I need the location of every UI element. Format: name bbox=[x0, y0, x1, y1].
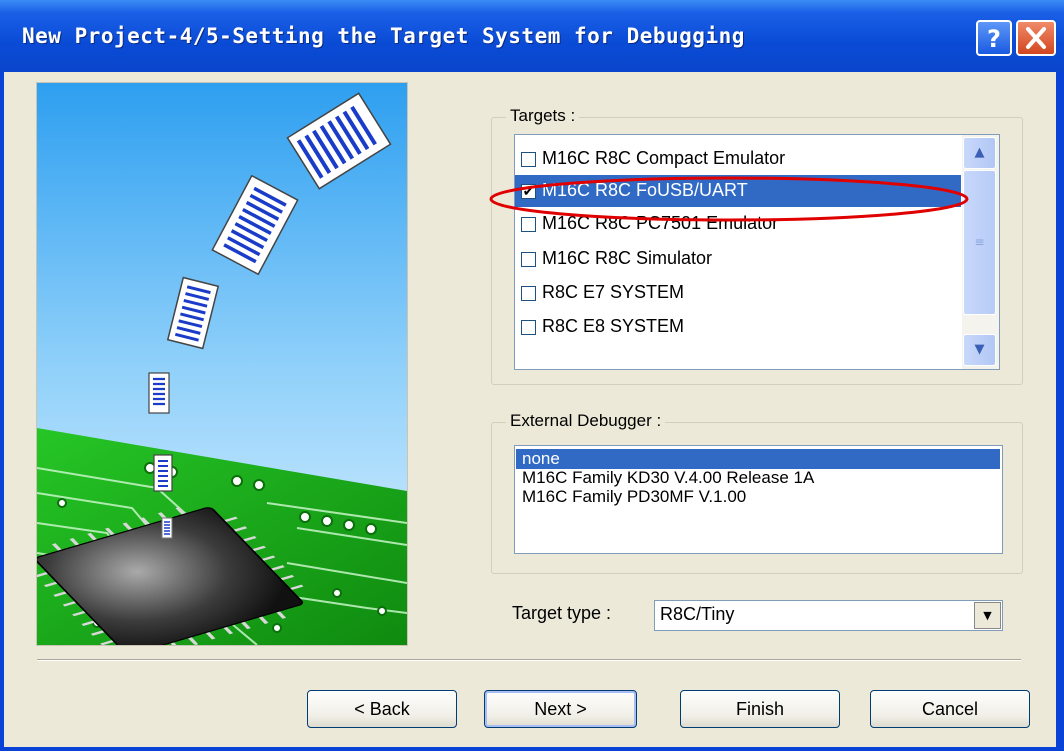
chevron-down-icon: ▼ bbox=[983, 609, 992, 622]
title-bar[interactable]: New Project-4/5-Setting the Target Syste… bbox=[0, 0, 1064, 72]
dialog-window: New Project-4/5-Setting the Target Syste… bbox=[0, 0, 1064, 751]
scroll-up-button[interactable]: ▲ bbox=[963, 137, 996, 169]
target-item[interactable]: R8C E7 SYSTEM bbox=[515, 277, 961, 309]
target-checkbox[interactable] bbox=[521, 217, 536, 232]
target-item-selected[interactable]: ✔ M16C R8C FoUSB/UART bbox=[515, 175, 961, 207]
close-icon bbox=[1026, 27, 1046, 49]
targets-list[interactable]: M16C R8C Compact Emulator ✔ M16C R8C FoU… bbox=[514, 134, 1000, 370]
scroll-down-button[interactable]: ▼ bbox=[963, 334, 996, 366]
chevron-down-icon: ▼ bbox=[974, 342, 985, 357]
separator bbox=[37, 659, 1021, 661]
scroll-thumb[interactable]: ≡ bbox=[963, 170, 996, 315]
finish-button[interactable]: Finish bbox=[680, 690, 840, 728]
check-mark-icon: ✔ bbox=[522, 183, 535, 199]
external-debugger-label: External Debugger : bbox=[506, 411, 666, 431]
target-item[interactable]: M16C R8C PC7501 Emulator bbox=[515, 208, 961, 240]
window-title: New Project-4/5-Setting the Target Syste… bbox=[22, 24, 745, 48]
target-checkbox-checked[interactable]: ✔ bbox=[521, 184, 536, 199]
target-label: M16C R8C Compact Emulator bbox=[542, 148, 786, 168]
chip-and-documents-illustration bbox=[37, 83, 407, 645]
external-debugger-list[interactable]: none M16C Family KD30 V.4.00 Release 1A … bbox=[514, 445, 1003, 554]
next-button[interactable]: Next > bbox=[484, 690, 637, 728]
back-button[interactable]: < Back bbox=[307, 690, 457, 728]
cancel-button[interactable]: Cancel bbox=[870, 690, 1030, 728]
dropdown-arrow-button[interactable]: ▼ bbox=[974, 602, 1001, 629]
target-checkbox[interactable] bbox=[521, 286, 536, 301]
targets-label: Targets : bbox=[506, 106, 580, 126]
target-item[interactable]: M16C R8C Simulator bbox=[515, 243, 961, 275]
target-label: R8C E8 SYSTEM bbox=[542, 316, 685, 336]
target-item[interactable]: M16C R8C Compact Emulator bbox=[515, 143, 961, 175]
target-label: M16C R8C FoUSB/UART bbox=[542, 180, 748, 200]
target-checkbox[interactable] bbox=[521, 252, 536, 267]
grip-icon: ≡ bbox=[974, 235, 985, 249]
target-label: M16C R8C Simulator bbox=[542, 248, 713, 268]
debugger-item[interactable]: M16C Family PD30MF V.1.00 bbox=[516, 487, 1000, 507]
debugger-item[interactable]: M16C Family KD30 V.4.00 Release 1A bbox=[516, 468, 1000, 488]
help-button[interactable]: ? bbox=[976, 20, 1012, 56]
close-button[interactable] bbox=[1016, 20, 1056, 56]
target-checkbox[interactable] bbox=[521, 152, 536, 167]
target-label: R8C E7 SYSTEM bbox=[542, 282, 685, 302]
target-label: M16C R8C PC7501 Emulator bbox=[542, 213, 779, 233]
target-type-value: R8C/Tiny bbox=[660, 604, 735, 624]
target-item[interactable]: R8C E8 SYSTEM bbox=[515, 311, 961, 343]
targets-scrollbar[interactable]: ▲ ≡ ▼ bbox=[962, 135, 999, 369]
target-type-label: Target type : bbox=[512, 603, 612, 623]
target-type-dropdown[interactable]: R8C/Tiny ▼ bbox=[654, 600, 1003, 631]
target-checkbox[interactable] bbox=[521, 320, 536, 335]
debugger-item-selected[interactable]: none bbox=[516, 449, 1000, 469]
chevron-up-icon: ▲ bbox=[974, 145, 985, 160]
svg-text:?: ? bbox=[987, 25, 1001, 53]
question-mark-icon: ? bbox=[987, 25, 1001, 53]
wizard-illustration bbox=[36, 82, 408, 646]
